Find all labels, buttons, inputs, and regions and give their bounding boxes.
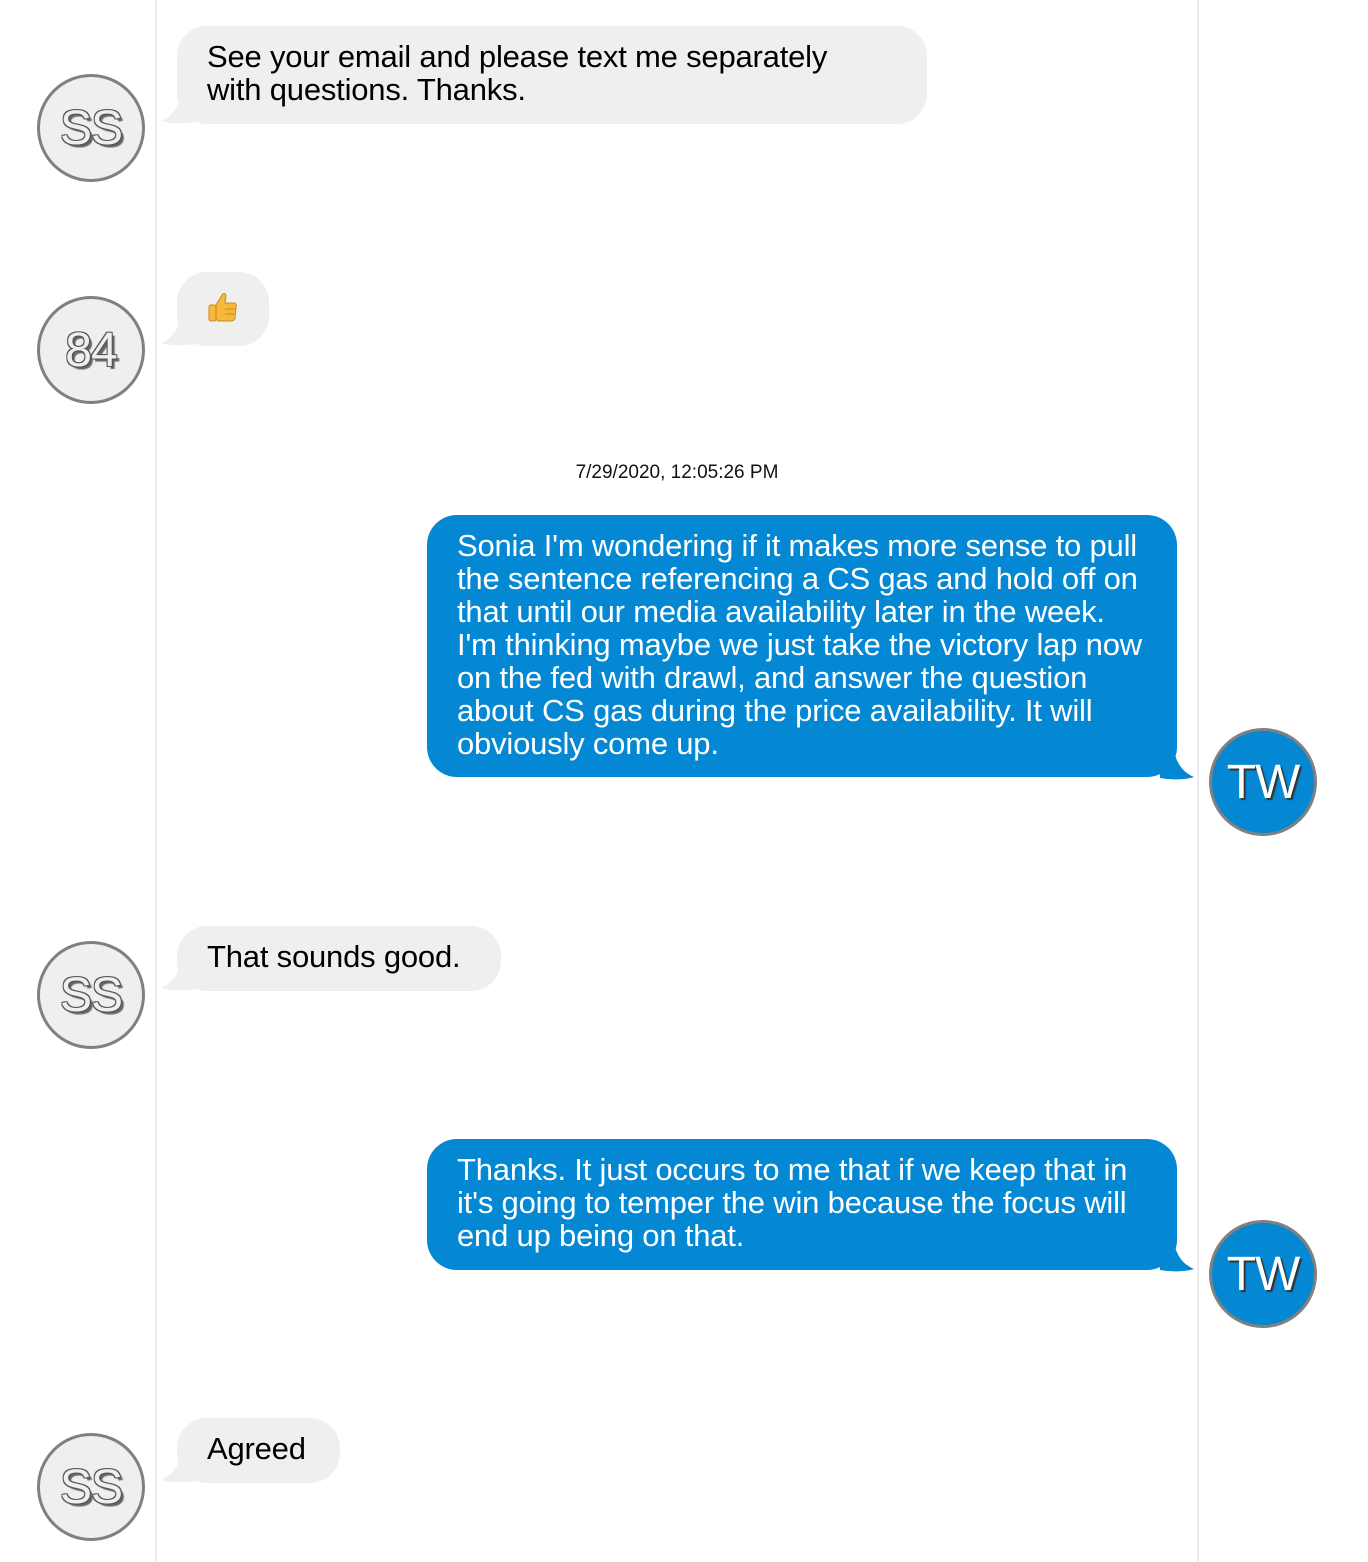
message-text: Sonia I'm wondering if it makes more sen…	[457, 528, 1142, 761]
avatar-initials: SS	[59, 968, 123, 1022]
avatar: SS	[37, 1433, 145, 1541]
avatar-initials: SS	[59, 101, 123, 155]
message-text: See your email and please text me separa…	[207, 39, 828, 107]
avatar-initials: 84	[65, 323, 117, 377]
message-text: Agreed	[207, 1431, 306, 1466]
message-text: Thanks. It just occurs to me that if we …	[457, 1152, 1128, 1253]
message-bubble[interactable]: That sounds good.	[177, 926, 501, 991]
avatar: SS	[37, 941, 145, 1049]
avatar: SS	[37, 74, 145, 182]
message-bubble[interactable]: Thanks. It just occurs to me that if we …	[427, 1139, 1177, 1270]
message-bubble[interactable]: See your email and please text me separa…	[177, 26, 927, 124]
message-text: That sounds good.	[207, 939, 461, 974]
message-bubble[interactable]	[177, 272, 269, 346]
message-bubble[interactable]: Agreed	[177, 1418, 340, 1483]
avatar-initials: TW	[1226, 1247, 1301, 1301]
avatar: 84	[37, 296, 145, 404]
avatar-initials: TW	[1226, 755, 1301, 809]
avatar: TW	[1209, 1220, 1317, 1328]
timestamp: 7/29/2020, 12:05:26 PM	[575, 462, 779, 483]
left-divider	[155, 0, 157, 1562]
avatar-initials: SS	[59, 1460, 123, 1514]
message-bubble[interactable]: Sonia I'm wondering if it makes more sen…	[427, 515, 1177, 777]
avatar: TW	[1209, 728, 1317, 836]
right-divider	[1197, 0, 1199, 1562]
thumbs-up-icon	[208, 293, 237, 322]
